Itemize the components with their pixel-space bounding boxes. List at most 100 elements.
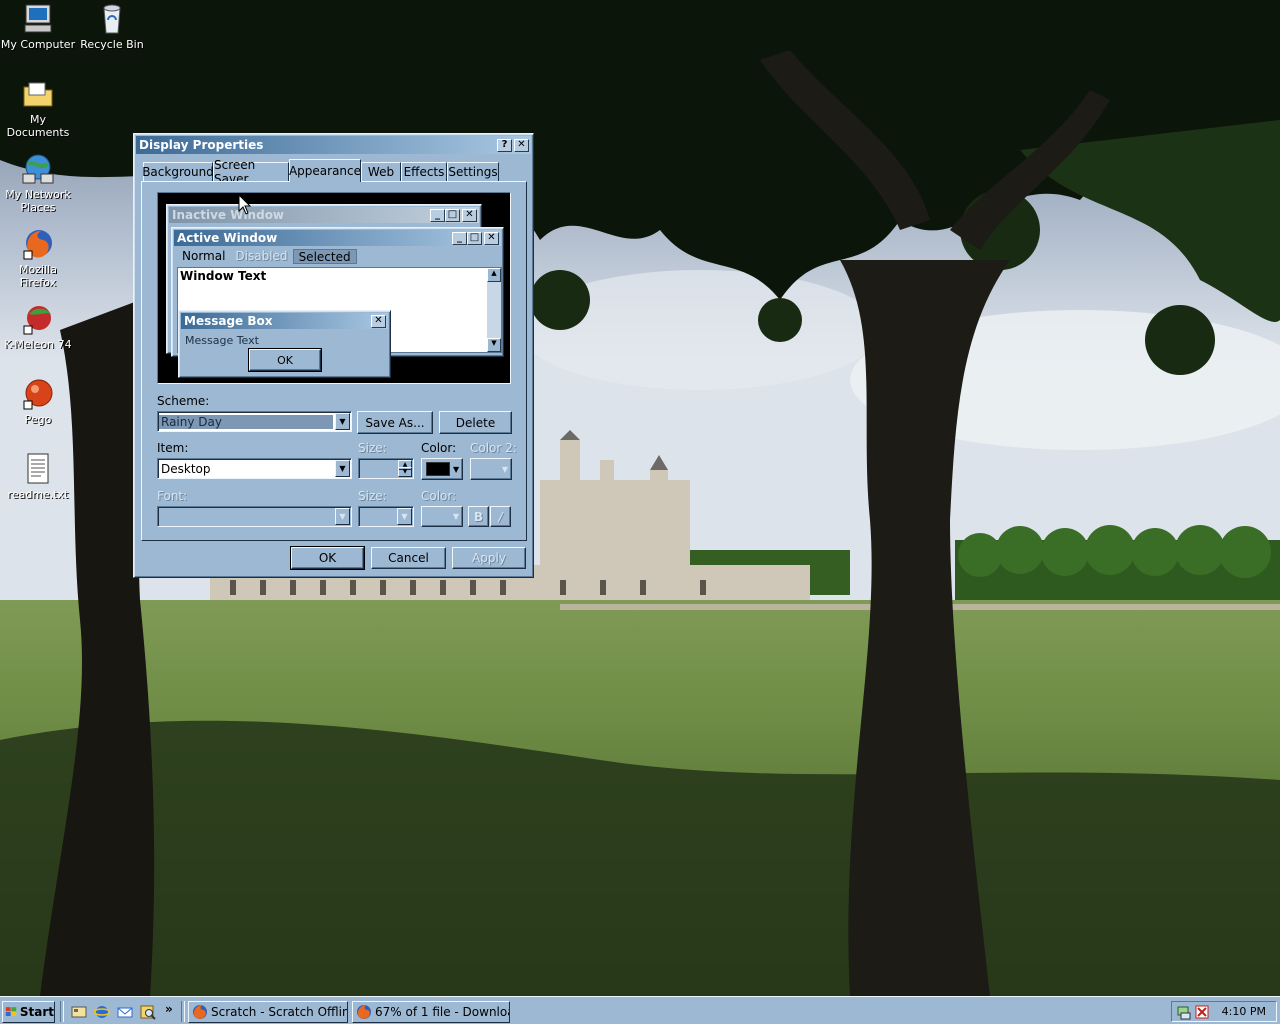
chevron-down-icon: ▼ bbox=[501, 464, 508, 474]
tab-web[interactable]: Web bbox=[361, 162, 401, 181]
outlook-express-icon[interactable] bbox=[117, 1004, 133, 1020]
internet-explorer-icon[interactable] bbox=[94, 1004, 110, 1020]
italic-button[interactable]: / bbox=[490, 506, 511, 527]
search-icon[interactable] bbox=[140, 1004, 156, 1020]
item-size-spinner[interactable]: ▲ ▼ bbox=[358, 458, 414, 479]
computer-icon bbox=[21, 2, 55, 36]
tab-screen-saver[interactable]: Screen Saver bbox=[213, 158, 289, 186]
help-button[interactable]: ? bbox=[497, 138, 512, 152]
inactive-titlebar: Inactive Window _ □ ✕ bbox=[169, 207, 479, 223]
dialog-title: Display Properties bbox=[139, 138, 264, 152]
inactive-window-title: Inactive Window bbox=[172, 208, 285, 222]
window-text: Window Text bbox=[180, 269, 267, 283]
desktop-icon-k-meleon[interactable]: K-Meleon 74 bbox=[0, 302, 76, 351]
item-label: Item: bbox=[157, 441, 189, 455]
scheme-select[interactable]: Rainy Day ▼ bbox=[157, 411, 352, 432]
windows-logo-icon bbox=[5, 1007, 17, 1017]
item-select[interactable]: Desktop ▼ bbox=[157, 458, 352, 479]
desktop-icon-my-computer[interactable]: My Computer bbox=[0, 2, 76, 51]
desktop-icon-label: readme.txt bbox=[7, 488, 69, 501]
msgbox-text: Message Text bbox=[185, 334, 259, 347]
desktop-icon-label: My Network Places bbox=[5, 188, 71, 214]
system-tray: 4:10 PM bbox=[1171, 1001, 1277, 1022]
spin-down-icon[interactable]: ▼ bbox=[398, 467, 412, 477]
chevron-down-icon[interactable]: ▼ bbox=[335, 460, 350, 477]
close-icon: ✕ bbox=[462, 208, 477, 222]
menu-disabled[interactable]: Disabled bbox=[230, 249, 292, 264]
start-label: Start bbox=[19, 1005, 54, 1019]
close-icon: ✕ bbox=[371, 314, 386, 328]
dialog-titlebar[interactable]: Display Properties ? ✕ bbox=[136, 136, 531, 154]
active-window-title: Active Window bbox=[177, 231, 278, 245]
task-label: 67% of 1 file - Downloads bbox=[375, 1005, 509, 1019]
tab-effects[interactable]: Effects bbox=[401, 162, 447, 181]
cancel-button[interactable]: Cancel bbox=[371, 547, 446, 569]
tab-appearance[interactable]: Appearance bbox=[289, 159, 361, 182]
desktop-icon-my-documents[interactable]: My Documents bbox=[0, 77, 76, 139]
taskbar-separator bbox=[60, 1001, 64, 1022]
chevron-down-icon[interactable]: ▼ bbox=[335, 413, 350, 430]
item-color2-button[interactable]: ▼ bbox=[470, 458, 512, 480]
desktop-icon-label: Pego bbox=[24, 413, 52, 426]
close-button[interactable]: ✕ bbox=[514, 138, 529, 152]
scroll-down-icon[interactable]: ▼ bbox=[487, 338, 501, 352]
desktop-icon-recycle-bin[interactable]: Recycle Bin bbox=[74, 2, 150, 51]
quicklaunch-more-icon[interactable]: » bbox=[165, 1002, 173, 1016]
tab-background[interactable]: Background bbox=[142, 162, 214, 181]
msgbox-ok-button[interactable]: OK bbox=[248, 348, 322, 372]
scroll-up-icon[interactable]: ▲ bbox=[487, 268, 501, 282]
text-file-icon bbox=[21, 452, 55, 486]
menu-selected[interactable]: Selected bbox=[292, 249, 357, 264]
desktop-icon-label: Recycle Bin bbox=[80, 38, 144, 51]
network-tray-icon[interactable] bbox=[1176, 1004, 1192, 1020]
font-select[interactable]: ▼ bbox=[157, 506, 352, 527]
color-swatch bbox=[426, 462, 450, 476]
desktop-icon-readme[interactable]: readme.txt bbox=[0, 452, 76, 501]
tab-settings[interactable]: Settings bbox=[447, 162, 499, 181]
mouse-cursor-icon bbox=[238, 194, 252, 215]
taskbar-task-scratch[interactable]: Scratch - Scratch Offline E... bbox=[188, 1001, 348, 1023]
desktop-icon-mozilla-firefox[interactable]: Mozilla Firefox bbox=[0, 227, 76, 289]
taskbar-separator bbox=[181, 1001, 185, 1022]
bold-button[interactable]: B bbox=[468, 506, 489, 527]
recycle-bin-icon bbox=[95, 2, 129, 36]
firefox-icon bbox=[193, 1005, 207, 1019]
minimize-icon: _ bbox=[430, 208, 445, 222]
ok-button[interactable]: OK bbox=[290, 546, 365, 570]
show-desktop-icon[interactable] bbox=[71, 1004, 87, 1020]
menu-normal[interactable]: Normal bbox=[177, 249, 230, 264]
item-value: Desktop bbox=[161, 461, 211, 476]
font-color-label: Color: bbox=[421, 489, 457, 503]
chevron-down-icon[interactable]: ▼ bbox=[397, 508, 412, 525]
font-size-select[interactable]: ▼ bbox=[358, 506, 414, 527]
minimize-icon: _ bbox=[452, 231, 467, 245]
maximize-icon: □ bbox=[467, 231, 482, 245]
desktop-icon-pego[interactable]: Pego bbox=[0, 377, 76, 426]
clock[interactable]: 4:10 PM bbox=[1222, 1005, 1266, 1018]
save-as-button[interactable]: Save As... bbox=[357, 411, 433, 434]
desktop-icon-label: Mozilla Firefox bbox=[19, 263, 57, 289]
delete-button[interactable]: Delete bbox=[439, 411, 512, 434]
start-button[interactable]: Start bbox=[2, 1001, 55, 1023]
taskbar-task-downloads[interactable]: 67% of 1 file - Downloads bbox=[352, 1001, 510, 1023]
kmeleon-icon bbox=[21, 302, 55, 336]
desktop-icon-my-network-places[interactable]: My Network Places bbox=[0, 152, 76, 214]
network-icon bbox=[21, 152, 55, 186]
desktop[interactable]: My Computer Recycle Bin My Documents My … bbox=[0, 0, 1280, 996]
font-color-button[interactable]: ▼ bbox=[421, 506, 463, 527]
chevron-down-icon: ▼ bbox=[452, 512, 459, 521]
scheme-label: Scheme: bbox=[157, 394, 210, 408]
item-color-button[interactable]: ▼ bbox=[421, 458, 463, 480]
preview-scrollbar[interactable]: ▲ ▼ bbox=[487, 268, 501, 352]
firefox-icon bbox=[357, 1005, 371, 1019]
chevron-down-icon[interactable]: ▼ bbox=[335, 508, 350, 525]
chevron-down-icon: ▼ bbox=[453, 464, 460, 474]
desktop-icon-label: K-Meleon 74 bbox=[4, 338, 72, 351]
close-icon: ✕ bbox=[484, 231, 499, 245]
firefox-icon bbox=[21, 227, 55, 261]
apply-button[interactable]: Apply bbox=[452, 547, 526, 569]
security-tray-icon[interactable] bbox=[1194, 1004, 1210, 1020]
desktop-icon-label: My Documents bbox=[6, 113, 70, 139]
scheme-value: Rainy Day bbox=[159, 414, 333, 429]
pego-icon bbox=[21, 377, 55, 411]
